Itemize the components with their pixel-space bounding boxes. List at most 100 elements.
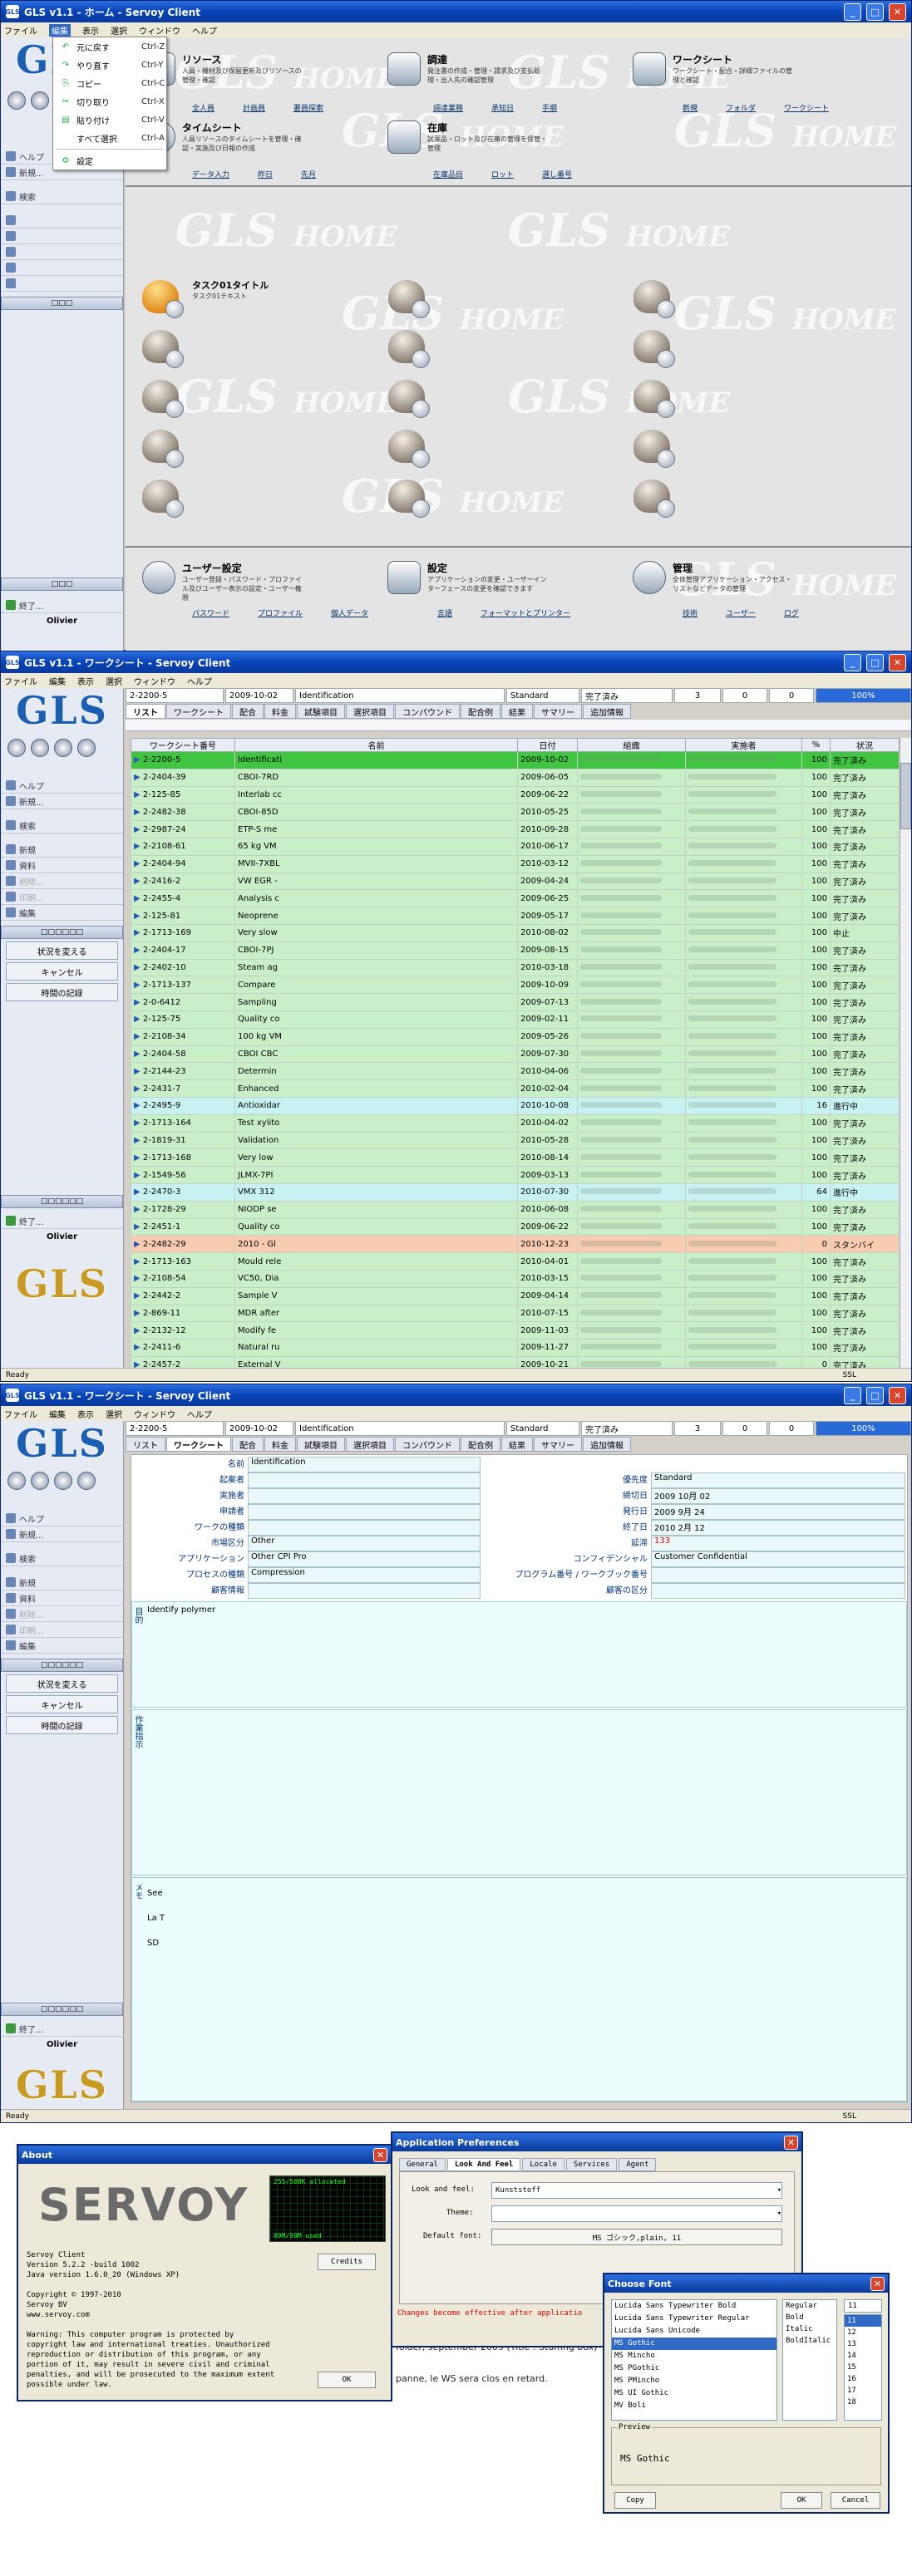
table-row[interactable]: ▶ 2-1713-163 Mould rele 2010-04-01 100 完了済み <box>131 1252 900 1271</box>
record-time-button[interactable]: 時間の記録 <box>6 983 118 1001</box>
sidebar-item-search[interactable]: 検索 <box>1 818 123 833</box>
priority-field[interactable]: Standard <box>651 1472 905 1488</box>
close-icon[interactable]: ✕ <box>889 653 906 671</box>
tab-summary[interactable]: サマリー <box>534 704 582 719</box>
tab-test-items[interactable]: 試験項目 <box>297 704 345 719</box>
maximize-icon[interactable]: □ <box>866 1386 884 1404</box>
link[interactable]: 在庫品目 <box>433 169 463 179</box>
confidential-field[interactable]: Customer Confidential <box>651 1551 905 1567</box>
menu-select[interactable]: 選択 <box>111 24 127 37</box>
refresh-icon[interactable] <box>77 1472 96 1490</box>
close-icon[interactable]: ✕ <box>373 2147 387 2162</box>
sidebar-item-document[interactable]: 資料 <box>1 1590 123 1606</box>
menu-file[interactable]: ファイル <box>4 24 37 37</box>
col-number[interactable]: ワークシート番号 <box>131 738 235 752</box>
refresh-icon[interactable] <box>77 739 96 757</box>
exit-button[interactable]: 終了... <box>1 2021 123 2037</box>
table-row[interactable]: ▶ 2-2144-23 Determin 2010-04-06 100 完了済み <box>131 1062 900 1081</box>
memo-notes-text[interactable]: See La T SD <box>147 1881 165 1956</box>
applicant-field[interactable] <box>248 1504 481 1520</box>
preferences-title-bar[interactable]: Application Preferences ✕ <box>392 2133 801 2151</box>
task-orb-icon[interactable] <box>137 278 184 318</box>
table-row[interactable]: ▶ 2-1728-29 NIODP se 2010-06-08 100 完了済み <box>131 1200 900 1219</box>
link[interactable]: 昨日 <box>258 169 273 179</box>
tab-services[interactable]: Services <box>565 2158 618 2171</box>
link[interactable]: データ入力 <box>192 169 229 179</box>
menu-edit[interactable]: 編集 <box>49 23 71 37</box>
link[interactable]: パスワード <box>192 607 229 618</box>
maximize-icon[interactable]: □ <box>866 653 884 671</box>
tab-formulation-example[interactable]: 配合例 <box>461 1437 500 1452</box>
close-icon[interactable]: ✕ <box>870 2276 885 2291</box>
tab-locale[interactable]: Locale <box>522 2158 564 2171</box>
exit-button[interactable]: 終了... <box>1 1213 123 1229</box>
tab-fee[interactable]: 料金 <box>264 1437 296 1452</box>
menu-item-undo[interactable]: ↶ 元に戻す Ctrl-Z <box>53 37 166 56</box>
record-time-button[interactable]: 時間の記録 <box>6 1716 118 1734</box>
sidebar-item-delete[interactable]: 削除... <box>1 873 123 889</box>
back-icon[interactable] <box>31 739 49 757</box>
home-icon[interactable] <box>7 91 26 110</box>
link[interactable]: フォーマットとプリンター <box>481 607 570 618</box>
menu-window[interactable]: ウィンドウ <box>134 1408 175 1420</box>
sidebar-item[interactable] <box>1 213 123 229</box>
tab-formulation[interactable]: 配合 <box>232 1437 264 1452</box>
table-row[interactable]: ▶ 2-2482-38 CBOI-85D 2010-05-25 100 完了済み <box>131 803 900 822</box>
size-input[interactable]: 11 <box>844 2299 882 2313</box>
link[interactable]: 調達業務 <box>433 102 463 113</box>
exit-button[interactable]: 終了... <box>1 597 123 613</box>
tab-worksheet[interactable]: ワークシート <box>166 704 231 719</box>
task-orb-icon[interactable] <box>383 478 430 518</box>
sidebar-item-new[interactable]: 新規... <box>1 1526 123 1542</box>
tab-results[interactable]: 結果 <box>501 704 533 719</box>
col-org[interactable]: 組織 <box>577 738 686 752</box>
link[interactable]: 要員探索 <box>293 102 323 113</box>
table-row[interactable]: ▶ 2-125-85 Interlab cc 2009-06-22 100 完了済み <box>131 785 900 804</box>
tab-agent[interactable]: Agent <box>619 2158 657 2171</box>
task-orb-icon[interactable] <box>137 378 184 418</box>
table-row[interactable]: ▶ 2-2108-54 VC50, Dia 2010-03-15 100 完了済み <box>131 1269 900 1288</box>
link[interactable]: ワークシート <box>784 102 829 113</box>
menu-file[interactable]: ファイル <box>4 675 37 687</box>
filter-row[interactable] <box>126 720 911 731</box>
link[interactable]: ユーザー <box>726 607 756 618</box>
sidebar-section-header[interactable]: □□□□□□ <box>1 1659 123 1672</box>
table-row[interactable]: ▶ 2-2404-94 MVII-7XBL 2010-03-12 100 完了済み <box>131 854 900 873</box>
cancel-button[interactable]: キャンセル <box>6 962 118 981</box>
name-field[interactable]: Identification <box>248 1457 481 1472</box>
table-row[interactable]: ▶ 2-2455-4 Analysis c 2009-06-25 100 完了済み <box>131 889 900 908</box>
link[interactable]: 個人データ <box>331 607 368 618</box>
forward-icon[interactable] <box>54 739 72 757</box>
table-row[interactable]: ▶ 2-2404-39 CBOI-7RD 2009-06-05 100 完了済み <box>131 768 900 787</box>
scroll-thumb[interactable] <box>900 763 911 829</box>
sidebar-item[interactable] <box>1 276 123 292</box>
tile-admin[interactable]: 管理 全体管理アプリケーション・アクセス・リストなどデータの管理 <box>633 561 797 594</box>
menu-window[interactable]: ウィンドウ <box>134 675 175 687</box>
col-status[interactable]: 状況 <box>830 738 900 752</box>
task-orb-icon[interactable] <box>383 278 430 318</box>
font-list[interactable]: Lucida Sans Typewriter Bold Lucida Sans … <box>611 2299 777 2421</box>
sidebar-item[interactable] <box>1 229 123 244</box>
sidebar-section-header[interactable]: □□□ <box>1 297 123 310</box>
sidebar-section-header[interactable]: □□□□□□ <box>1 2003 123 2016</box>
table-row[interactable]: ▶ 2-2108-61 65 kg VM 2010-06-17 100 完了済み <box>131 837 900 856</box>
link[interactable]: 承知日 <box>491 102 514 113</box>
tab-selection[interactable]: 選択項目 <box>346 1437 394 1452</box>
link[interactable]: 計画員 <box>243 102 265 113</box>
menu-item-settings[interactable]: ⚙ 設定 <box>53 151 166 170</box>
theme-select[interactable]: ▾ <box>491 2205 782 2222</box>
table-row[interactable]: ▶ 2-2411-6 Natural ru 2009-11-27 100 完了済み <box>131 1339 900 1357</box>
ok-button[interactable]: OK <box>781 2492 822 2509</box>
table-row[interactable]: ▶ 2-2416-2 VW EGR -2009-04-24 100 完了済み <box>131 872 900 891</box>
sidebar-item-edit[interactable]: 編集 <box>1 1638 123 1654</box>
cancel-button[interactable]: Cancel <box>831 2492 880 2509</box>
table-row[interactable]: ▶ 2-2132-12 Modify fe 2009-11-03 100 完了済み <box>131 1321 900 1340</box>
tile-inventory[interactable]: 在庫 試薬品・ロット及び在庫の管理を保管・管理 <box>387 120 552 154</box>
link[interactable]: ロット <box>491 169 514 179</box>
change-status-button[interactable]: 状況を変える <box>6 1674 118 1693</box>
minimize-icon[interactable]: _ <box>844 2 861 21</box>
memo-purpose-text[interactable]: Identify polymer <box>147 1605 215 1615</box>
tile-settings[interactable]: 設定 アプリケーションの変更・ユーザーインターフェースの変更を確認できます <box>387 561 552 594</box>
close-icon[interactable]: ✕ <box>889 1386 906 1404</box>
change-status-button[interactable]: 状況を変える <box>6 941 118 960</box>
